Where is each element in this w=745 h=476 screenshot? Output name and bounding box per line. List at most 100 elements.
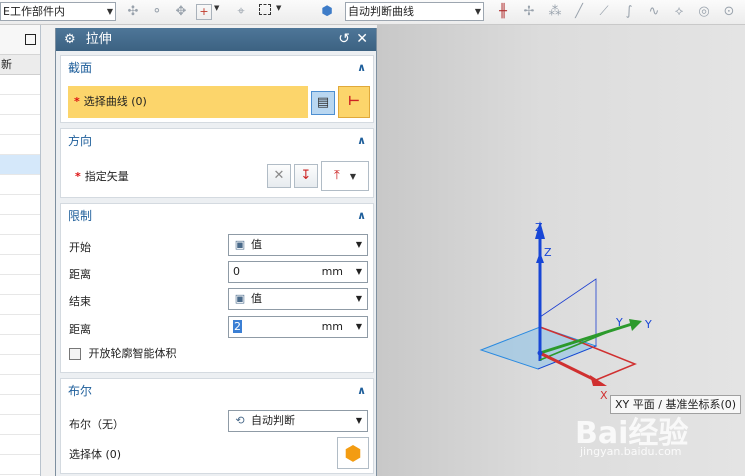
- line-icon[interactable]: ⟋: [595, 3, 613, 21]
- dialog-title-bar[interactable]: ⚙ 拉伸 ↺ ✕: [56, 28, 376, 51]
- collapse-icon[interactable]: ∧: [357, 204, 366, 228]
- curve-rule-combo[interactable]: 自动判断曲线 ▼: [345, 2, 484, 21]
- list-item[interactable]: [0, 395, 40, 415]
- distance-end-input[interactable]: 2 mm ▼: [228, 316, 368, 338]
- reset-icon[interactable]: ↺: [338, 28, 350, 51]
- list-item[interactable]: [0, 415, 40, 435]
- close-icon[interactable]: ✕: [356, 28, 368, 51]
- list-item-selected[interactable]: [0, 155, 40, 175]
- distance-start-label: 距离: [69, 268, 91, 281]
- curve-icon[interactable]: ∫: [620, 3, 638, 21]
- distance-end-label: 距离: [69, 323, 91, 336]
- point-icon[interactable]: ⊙: [720, 3, 738, 21]
- chevron-down-icon: ▼: [355, 240, 362, 249]
- curve-button[interactable]: ⊢: [338, 86, 370, 118]
- orange-cube-icon: ⬢: [344, 441, 362, 465]
- list-item[interactable]: [0, 455, 40, 475]
- reverse-direction-button[interactable]: ✕: [267, 164, 291, 188]
- distance-end-unit: mm: [321, 320, 343, 333]
- list-item[interactable]: [0, 135, 40, 155]
- boolean-select[interactable]: ⟲ 自动判断 ▼: [228, 410, 368, 432]
- section-header[interactable]: 截面 ∧: [61, 56, 373, 80]
- list-item[interactable]: [0, 375, 40, 395]
- y-label-inner: Y: [615, 316, 623, 329]
- list-item[interactable]: [0, 115, 40, 135]
- select-curve-row[interactable]: * 选择曲线 (0): [68, 86, 308, 118]
- open-profile-checkbox[interactable]: [69, 348, 81, 360]
- list-item[interactable]: [0, 75, 40, 95]
- select-filter-icon[interactable]: ✣: [124, 3, 142, 21]
- distance-end-value: 2: [233, 320, 242, 333]
- boolean-header[interactable]: 布尔 ∧: [61, 379, 373, 403]
- circle-icon[interactable]: ◎: [695, 3, 713, 21]
- arc-icon[interactable]: ⟡: [670, 3, 688, 21]
- chevron-down-icon[interactable]: ▼: [276, 4, 281, 12]
- gear-icon[interactable]: ⚙: [64, 32, 76, 47]
- intersection-icon[interactable]: ╫: [494, 3, 512, 21]
- start-type-select[interactable]: ▣ 值 ▼: [228, 234, 368, 256]
- snap-point-icon[interactable]: +: [196, 4, 212, 20]
- origin-point: [537, 350, 543, 356]
- vector-row: * 指定矢量: [75, 168, 129, 184]
- list-item[interactable]: [0, 355, 40, 375]
- distance-start-unit: mm: [321, 265, 343, 278]
- chevron-down-icon: ▼: [355, 322, 362, 331]
- sketch-section-button[interactable]: ▤: [311, 91, 335, 115]
- vector-label: 指定矢量: [84, 170, 129, 183]
- magnet-icon[interactable]: ⌖: [232, 3, 250, 21]
- z-label-outer: Z: [535, 221, 543, 234]
- boolean-label: 布尔（无）: [69, 418, 124, 431]
- auto-infer-icon: ⟲: [235, 414, 245, 427]
- selection-box-icon[interactable]: [256, 3, 274, 21]
- reverse-icon: ✕: [273, 168, 285, 183]
- navigator-column-header[interactable]: 新: [0, 55, 40, 75]
- list-item[interactable]: [0, 175, 40, 195]
- list-item[interactable]: [0, 435, 40, 455]
- chevron-down-icon[interactable]: ▼: [214, 4, 219, 12]
- list-item[interactable]: [0, 315, 40, 335]
- point-cloud-icon[interactable]: ⁂: [546, 3, 564, 21]
- open-profile-row[interactable]: 开放轮廓智能体积: [69, 347, 177, 361]
- diagonal-line-icon[interactable]: ╱: [570, 3, 588, 21]
- move-node-icon[interactable]: ✢: [520, 3, 538, 21]
- end-label: 结束: [69, 295, 91, 308]
- snap-icon[interactable]: ✥: [172, 3, 190, 21]
- top-toolbar: E工作部件内 ▼ ✣ ⚬ ✥ + ▼ ⌖ ▼ ⬢ 自动判断曲线 ▼ ╫ ✢ ⁂ …: [0, 0, 745, 25]
- distance-start-input[interactable]: 0 mm ▼: [228, 261, 368, 283]
- list-item[interactable]: [0, 275, 40, 295]
- select-body-button[interactable]: ⬢: [337, 437, 369, 469]
- start-type-value: 值: [251, 238, 262, 251]
- list-item[interactable]: [0, 295, 40, 315]
- value-cube-icon: ▣: [234, 292, 246, 305]
- collapse-icon[interactable]: ∧: [357, 56, 366, 80]
- vector-type-dropdown[interactable]: ⤒ ▼: [321, 161, 369, 191]
- value-cube-icon: ▣: [234, 238, 246, 251]
- limits-header[interactable]: 限制 ∧: [61, 204, 373, 228]
- maximize-icon[interactable]: [25, 34, 36, 45]
- end-type-select[interactable]: ▣ 值 ▼: [228, 288, 368, 310]
- curve-rule-value: 自动判断曲线: [348, 5, 414, 18]
- collapse-icon[interactable]: ∧: [357, 129, 366, 153]
- collapse-icon[interactable]: ∧: [357, 379, 366, 403]
- list-item[interactable]: [0, 335, 40, 355]
- spline-icon[interactable]: ∿: [645, 3, 663, 21]
- direction-header[interactable]: 方向 ∧: [61, 129, 373, 153]
- list-item[interactable]: [0, 215, 40, 235]
- list-item[interactable]: [0, 255, 40, 275]
- selection-scope-value: E工作部件内: [3, 5, 65, 18]
- chevron-down-icon: ▼: [349, 172, 357, 181]
- list-item[interactable]: [0, 195, 40, 215]
- boolean-panel: 布尔 ∧ 布尔（无） ⟲ 自动判断 ▼ 选择体 (0) ⬢: [60, 378, 374, 474]
- list-item[interactable]: [0, 95, 40, 115]
- select-similar-icon[interactable]: ⚬: [148, 3, 166, 21]
- boolean-title: 布尔: [68, 384, 93, 398]
- solid-cube-icon[interactable]: ⬢: [318, 3, 336, 21]
- required-icon: *: [74, 95, 80, 108]
- selection-scope-combo[interactable]: E工作部件内 ▼: [0, 2, 116, 21]
- y-arrow-icon: [629, 319, 642, 331]
- chevron-down-icon: ▼: [355, 416, 362, 425]
- part-navigator: 新: [0, 25, 41, 476]
- list-item[interactable]: [0, 235, 40, 255]
- vector-dialog-button[interactable]: ↧: [294, 164, 318, 188]
- distance-start-value: 0: [233, 265, 240, 278]
